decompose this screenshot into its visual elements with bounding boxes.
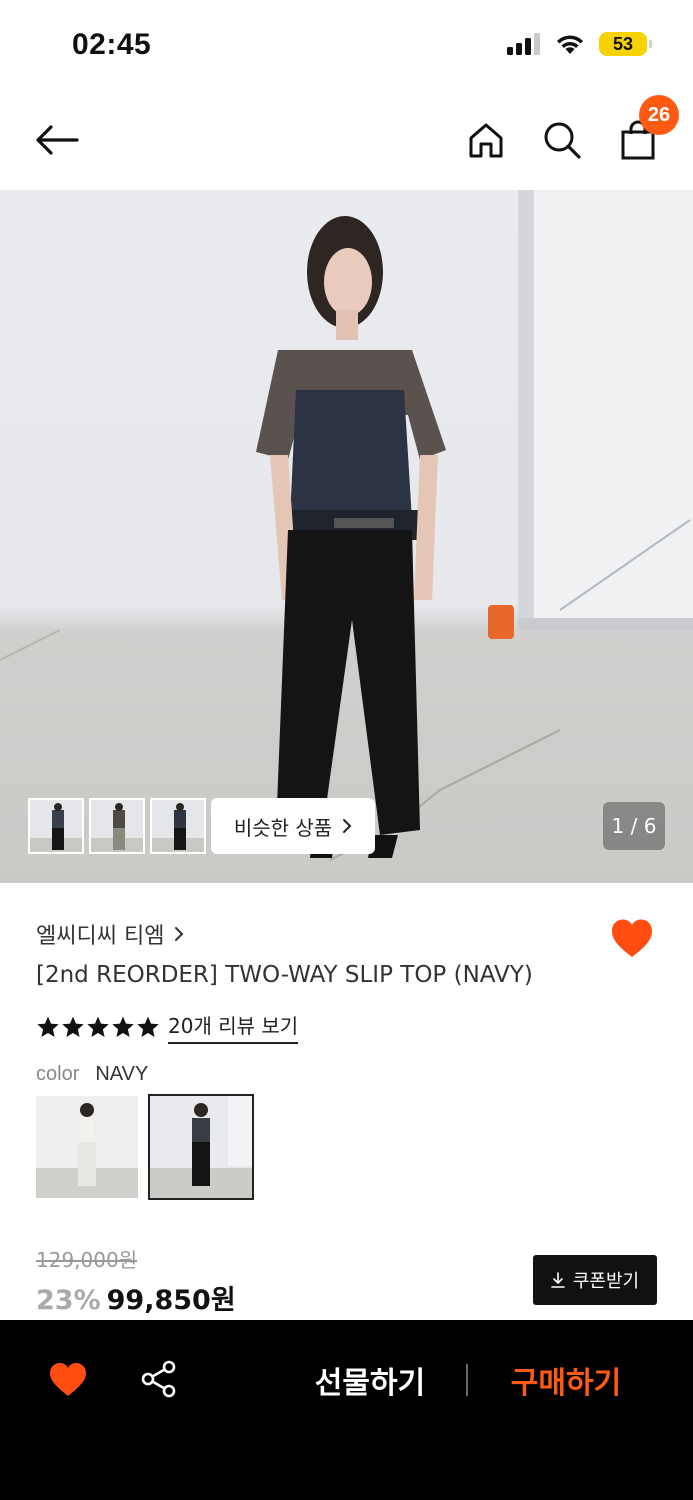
status-bar: 02:45 53 bbox=[0, 0, 693, 90]
color-swatch-white[interactable] bbox=[36, 1096, 138, 1198]
divider bbox=[466, 1364, 468, 1396]
chevron-right-icon bbox=[175, 927, 184, 941]
original-price: 129,000원 bbox=[36, 1248, 138, 1272]
share-icon[interactable] bbox=[140, 1360, 178, 1398]
signal-icon bbox=[507, 33, 540, 55]
gift-button[interactable]: 선물하기 bbox=[300, 1358, 440, 1402]
gallery-thumbnail[interactable] bbox=[89, 798, 145, 854]
search-button[interactable] bbox=[537, 115, 587, 165]
wishlist-heart-icon[interactable] bbox=[609, 916, 655, 962]
color-row: color NAVY bbox=[36, 1063, 148, 1086]
nav-bar: 26 bbox=[0, 95, 693, 187]
rating-row: 20개 리뷰 보기 bbox=[36, 1010, 299, 1044]
coupon-label: 쿠폰받기 bbox=[572, 1271, 640, 1292]
product-image-gallery[interactable]: 비슷한 상품 1 / 6 bbox=[0, 190, 693, 883]
similar-products-button[interactable]: 비슷한 상품 bbox=[211, 798, 375, 854]
cart-button[interactable]: 26 bbox=[613, 95, 679, 165]
brand-name: 엘씨디씨 티엠 bbox=[36, 924, 165, 949]
star-icon bbox=[112, 1016, 134, 1037]
color-swatches bbox=[36, 1094, 254, 1200]
sale-price: 99,850원 bbox=[106, 1285, 236, 1316]
brand-link[interactable]: 엘씨디씨 티엠 bbox=[36, 918, 184, 950]
page-indicator: 1 / 6 bbox=[603, 802, 665, 850]
home-button[interactable] bbox=[461, 115, 511, 165]
status-time: 02:45 bbox=[72, 28, 152, 61]
home-icon bbox=[469, 123, 503, 158]
chevron-right-icon bbox=[343, 819, 352, 833]
heart-icon[interactable] bbox=[48, 1360, 88, 1400]
download-icon bbox=[551, 1272, 565, 1288]
product-title: [2nd REORDER] TWO-WAY SLIP TOP (NAVY) bbox=[36, 962, 533, 988]
price-row: 23% 99,850원 bbox=[36, 1278, 236, 1317]
wifi-icon bbox=[557, 35, 583, 54]
buy-button[interactable]: 구매하기 bbox=[496, 1358, 636, 1402]
discount-rate: 23% bbox=[36, 1285, 101, 1316]
gallery-thumbnail[interactable] bbox=[28, 798, 84, 854]
nav-actions: 26 bbox=[461, 95, 679, 165]
star-icon bbox=[137, 1016, 159, 1037]
search-icon bbox=[544, 122, 581, 159]
product-photo bbox=[0, 190, 693, 861]
star-icon bbox=[37, 1016, 59, 1037]
review-link[interactable]: 20개 리뷰 보기 bbox=[168, 1010, 299, 1044]
back-button[interactable] bbox=[32, 115, 82, 165]
similar-products-label: 비슷한 상품 bbox=[233, 815, 333, 840]
star-icon bbox=[62, 1016, 84, 1037]
color-label: color bbox=[36, 1063, 80, 1085]
cart-count-badge: 26 bbox=[639, 95, 679, 135]
battery-icon: 53 bbox=[599, 32, 652, 56]
thumbnail-strip bbox=[28, 798, 206, 854]
star-icon bbox=[87, 1016, 109, 1037]
status-icons: 53 bbox=[507, 32, 652, 56]
gallery-thumbnail[interactable] bbox=[150, 798, 206, 854]
bottom-action-bar: 선물하기 구매하기 bbox=[0, 1320, 693, 1500]
back-arrow-icon bbox=[36, 125, 79, 155]
color-swatch-navy[interactable] bbox=[148, 1094, 254, 1200]
color-value: NAVY bbox=[95, 1063, 149, 1085]
rating-stars bbox=[36, 1015, 160, 1039]
coupon-button[interactable]: 쿠폰받기 bbox=[533, 1255, 657, 1305]
